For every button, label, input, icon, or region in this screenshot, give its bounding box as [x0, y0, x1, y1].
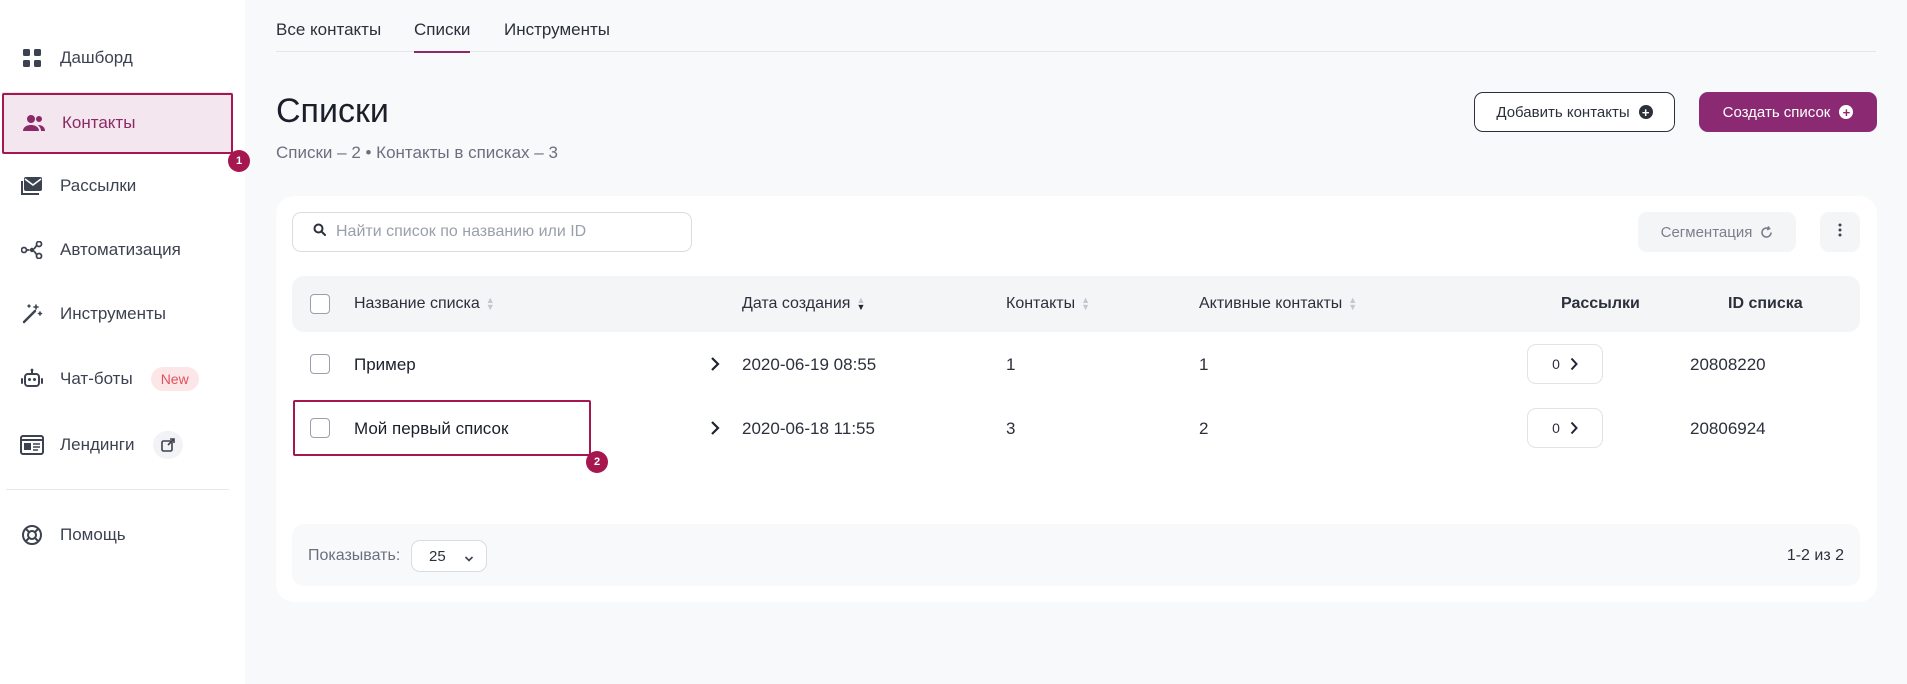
list-active-contacts: 1 [1199, 355, 1209, 374]
sidebar-item-automation[interactable]: Автоматизация [0, 219, 233, 281]
header-contacts[interactable]: Контакты ▲ ▼ [1006, 295, 1090, 313]
external-link-icon[interactable] [152, 431, 183, 459]
tab-lists[interactable]: Списки [414, 20, 471, 53]
lifebuoy-icon [20, 523, 44, 547]
per-page-value: 25 [429, 547, 446, 565]
table-footer [292, 524, 1860, 586]
plus-circle-icon: + [1839, 105, 1854, 119]
sidebar-item-mailings[interactable]: Рассылки [0, 155, 233, 217]
grid-icon [20, 46, 44, 70]
magic-wand-icon [20, 302, 44, 326]
list-created: 2020-06-19 08:55 [742, 355, 877, 374]
step-marker-2: 2 [586, 451, 608, 473]
header-created[interactable]: Дата создания ▲ ▼ [742, 295, 865, 313]
header-active-contacts[interactable]: Активные контакты ▲ ▼ [1199, 295, 1357, 313]
mailings-count: 0 [1552, 356, 1560, 372]
sort-icon: ▲ ▼ [485, 294, 495, 312]
sidebar-item-landings[interactable]: Лендинги [0, 414, 233, 476]
users-icon [22, 111, 46, 135]
sidebar-item-label: Помощь [60, 525, 126, 544]
sidebar-item-label: Лендинги [60, 435, 135, 454]
list-name[interactable]: Мой первый список [354, 419, 508, 439]
landing-page-icon [20, 433, 44, 457]
list-active-contacts: 2 [1199, 419, 1209, 438]
step-marker-1: 1 [228, 150, 250, 172]
header-mailings: Рассылки [1561, 295, 1640, 312]
per-page-label: Показывать: [308, 547, 401, 564]
sidebar-item-label: Чат-боты [60, 369, 133, 388]
header-active-label: Активные контакты [1199, 295, 1343, 312]
sidebar-divider [6, 489, 229, 490]
list-id: 20808220 [1690, 355, 1766, 374]
new-badge: New [150, 367, 199, 391]
page-title: Списки [276, 92, 389, 130]
tab-tools[interactable]: Инструменты [504, 20, 610, 40]
chevron-right-icon [1570, 421, 1578, 435]
sidebar-item-label: Инструменты [60, 304, 167, 323]
mailings-pill[interactable]: 0 [1527, 344, 1603, 384]
sidebar-item-label: Автоматизация [60, 240, 181, 259]
mail-icon [20, 174, 44, 198]
segmentation-button[interactable]: Сегментация [1638, 212, 1796, 252]
per-page-select[interactable]: 25 [411, 540, 487, 572]
sort-desc-icon: ▲ ▼ [856, 294, 866, 312]
chevron-right-icon[interactable] [710, 420, 720, 441]
add-contacts-label: Добавить контакты [1496, 103, 1630, 121]
robot-icon [20, 367, 44, 391]
list-contacts: 3 [1006, 419, 1016, 438]
header-contacts-label: Контакты [1006, 295, 1076, 312]
row-checkbox[interactable] [310, 354, 330, 374]
pagination-info: 1-2 из 2 [1786, 547, 1844, 564]
sidebar-item-chatbots[interactable]: Чат-боты New [0, 348, 233, 410]
sidebar-item-label: Рассылки [60, 176, 137, 195]
header-created-label: Дата создания [742, 295, 851, 312]
page-subtitle: Списки – 2 • Контакты в списках – 3 [276, 143, 558, 162]
sidebar-item-dashboard[interactable]: Дашборд [0, 27, 233, 89]
add-contacts-button[interactable]: Добавить контакты + [1474, 92, 1675, 132]
list-contacts: 1 [1006, 355, 1016, 374]
header-name-label: Название списка [354, 295, 480, 312]
search-input[interactable] [336, 223, 676, 241]
tab-all-contacts[interactable]: Все контакты [276, 20, 381, 40]
header-list-id: ID списка [1728, 295, 1803, 312]
row-checkbox[interactable] [310, 418, 330, 438]
mailings-count: 0 [1552, 420, 1560, 436]
sidebar-item-help[interactable]: Помощь [0, 504, 233, 566]
header-name[interactable]: Название списка ▲ ▼ [354, 295, 495, 313]
list-name[interactable]: Пример [354, 355, 416, 375]
more-options-button[interactable] [1820, 212, 1860, 252]
sort-icon: ▲ ▼ [1081, 294, 1091, 312]
segmentation-label: Сегментация [1660, 223, 1753, 241]
select-all-checkbox[interactable] [310, 294, 330, 314]
more-vertical-icon [1838, 223, 1842, 242]
search-icon [313, 223, 326, 241]
sidebar-item-contacts[interactable]: Контакты [2, 92, 233, 154]
sidebar-item-label: Контакты [62, 113, 136, 132]
list-id: 20806924 [1690, 419, 1766, 438]
create-list-button[interactable]: Создать список + [1699, 92, 1877, 132]
create-list-label: Создать список [1722, 103, 1831, 121]
list-created: 2020-06-18 11:55 [742, 419, 875, 438]
sort-icon: ▲ ▼ [1348, 294, 1358, 312]
refresh-icon [1760, 225, 1773, 239]
chevron-right-icon [1570, 357, 1578, 371]
mailings-pill[interactable]: 0 [1527, 408, 1603, 448]
sidebar-item-label: Дашборд [60, 48, 133, 67]
sidebar-item-tools[interactable]: Инструменты [0, 283, 233, 345]
share-nodes-icon [20, 238, 44, 262]
top-tabs: Все контакты Списки Инструменты [276, 0, 1876, 53]
plus-circle-icon: + [1638, 105, 1653, 119]
search-box [292, 212, 692, 252]
sidebar: Дашборд Контакты Рассылки Автоматизация … [0, 0, 245, 684]
chevron-right-icon[interactable] [710, 356, 720, 377]
chevron-down-icon [464, 550, 474, 567]
